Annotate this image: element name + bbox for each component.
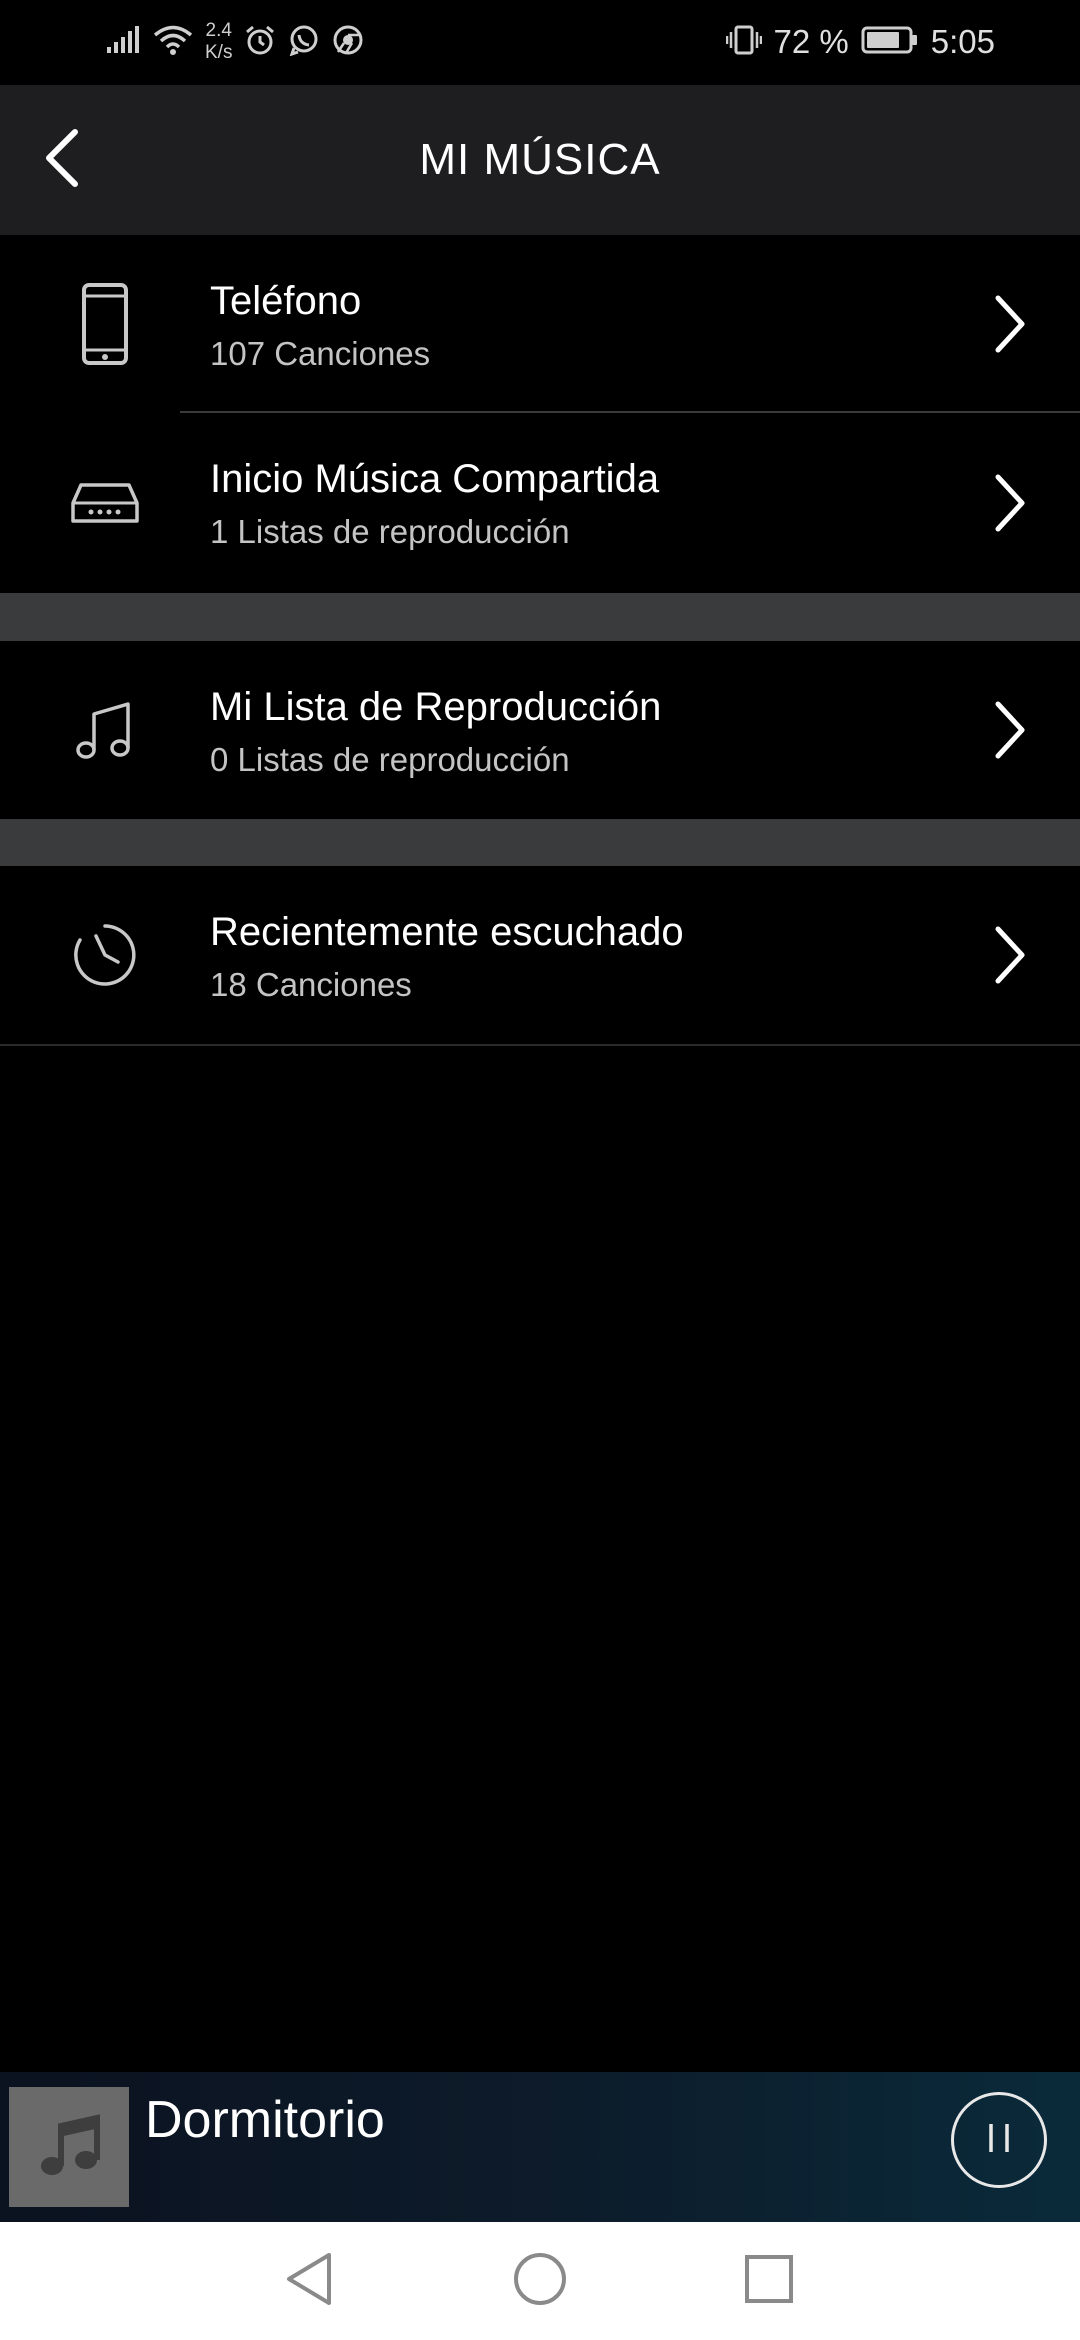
list-item-recently-played[interactable]: Recientemente escuchado 18 Canciones <box>0 866 1080 1044</box>
system-navigation-bar <box>0 2222 1080 2340</box>
media-server-icon <box>50 448 160 558</box>
pause-button[interactable] <box>951 2092 1047 2188</box>
vibrate-icon <box>725 24 762 61</box>
music-note-icon <box>50 675 160 785</box>
list-item-title: Mi Lista de Reproducción <box>210 685 662 729</box>
whatsapp-icon <box>288 24 320 61</box>
network-speed-value: 2.4 <box>205 20 232 41</box>
list-item-title: Inicio Música Compartida <box>210 457 660 501</box>
list-item-subtitle: 1 Listas de reproducción <box>210 513 570 550</box>
nav-back-button[interactable] <box>272 2244 346 2318</box>
phone-icon <box>50 269 160 379</box>
album-art <box>9 2087 129 2207</box>
page-title: MI MÚSICA <box>419 135 661 184</box>
network-speed-unit: K/s <box>205 42 233 63</box>
chevron-right-icon <box>980 284 1040 364</box>
section-separator <box>0 593 1080 641</box>
nav-home-button[interactable] <box>503 2244 577 2318</box>
triangle-back-icon <box>281 2249 337 2314</box>
square-recents-icon <box>743 2253 795 2310</box>
clock-icon <box>50 900 160 1010</box>
music-note-icon <box>34 2110 104 2185</box>
network-speed: 2.4 K/s <box>205 20 232 64</box>
list-item-telefono[interactable]: Teléfono 107 Canciones <box>0 235 1080 413</box>
app-header: MI MÚSICA <box>0 85 1080 235</box>
alarm-icon <box>244 24 276 61</box>
chevron-right-icon <box>980 463 1040 543</box>
list-item-subtitle: 107 Canciones <box>210 335 431 372</box>
circle-home-icon <box>512 2251 568 2312</box>
list-item-subtitle: 0 Listas de reproducción <box>210 741 570 778</box>
status-right-group: 72 % 5:05 <box>725 14 995 70</box>
list-item-title: Recientemente escuchado <box>210 910 684 954</box>
pause-icon <box>979 2118 1019 2163</box>
list-item-title: Teléfono <box>210 279 362 323</box>
mini-player[interactable]: Dormitorio <box>0 2072 1080 2222</box>
chrome-icon <box>332 24 364 61</box>
battery-icon <box>861 25 919 60</box>
list-item-shared-music[interactable]: Inicio Música Compartida 1 Listas de rep… <box>0 413 1080 593</box>
signal-icon <box>105 25 141 60</box>
list-item-my-playlist[interactable]: Mi Lista de Reproducción 0 Listas de rep… <box>0 641 1080 819</box>
section-separator <box>0 819 1080 866</box>
list-item-subtitle: 18 Canciones <box>210 966 412 1003</box>
clock-time: 5:05 <box>930 23 995 60</box>
divider <box>0 1044 1080 1046</box>
player-room-title: Dormitorio <box>145 2091 385 2149</box>
screen: 2.4 K/s 72 % 5:05 MI MÚSICA Teléfono 107… <box>0 0 1080 2340</box>
chevron-right-icon <box>980 690 1040 770</box>
chevron-right-icon <box>980 915 1040 995</box>
status-left-group: 2.4 K/s <box>105 14 364 70</box>
nav-recents-button[interactable] <box>732 2244 806 2318</box>
battery-percent: 72 % <box>773 23 849 60</box>
wifi-icon <box>153 24 193 61</box>
status-bar: 2.4 K/s 72 % 5:05 <box>0 0 1080 85</box>
